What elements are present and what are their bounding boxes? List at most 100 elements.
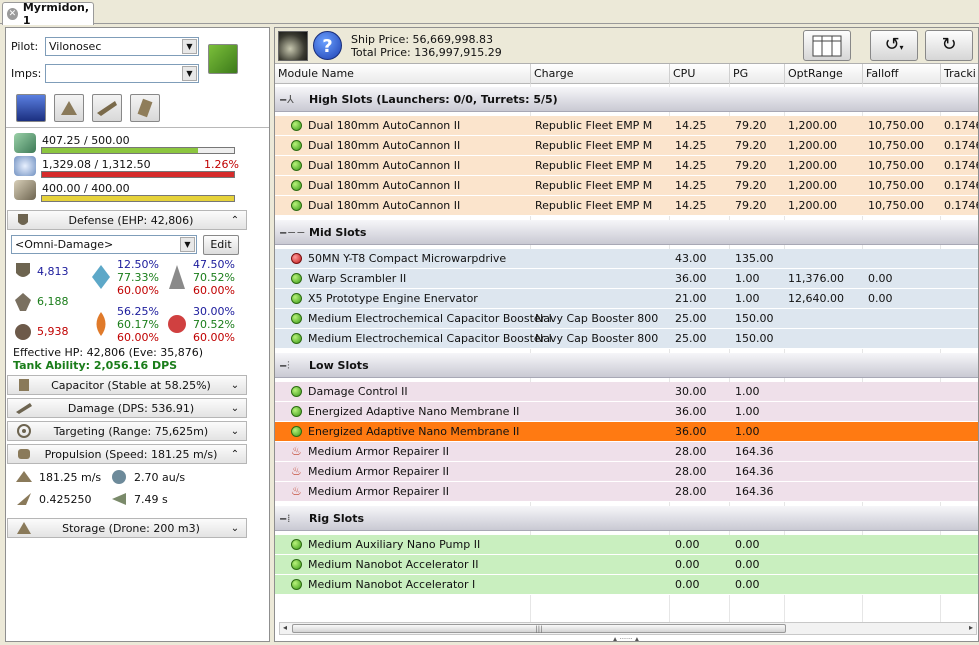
module-row[interactable]: Medium Nanobot Accelerator I 0.00 0.00 [275,575,978,595]
module-row[interactable]: Energized Adaptive Nano Membrane II 36.00… [275,422,978,442]
collapse-icon[interactable]: ⌃ [228,215,242,226]
group-header-rig[interactable]: −⁞ Rig Slots [275,506,978,532]
module-state-icon[interactable] [291,426,302,437]
module-row[interactable]: Dual 180mm AutoCannon II Republic Fleet E… [275,116,978,136]
module-state-icon[interactable] [291,273,302,284]
cell-module-name: Energized Adaptive Nano Membrane II [308,405,520,418]
cell-falloff: 10,750.00 [868,159,924,172]
charges-icon[interactable] [130,94,160,122]
ship-thumbnail[interactable] [278,31,308,61]
col-module-name[interactable]: Module Name [275,64,531,84]
col-falloff[interactable]: Falloff [863,64,941,84]
capacitor-header[interactable]: Capacitor (Stable at 58.25%) ⌄ [7,375,247,395]
expand-icon[interactable]: ⌄ [228,523,242,534]
imps-select[interactable]: ▼ [45,64,199,83]
damage-profile-select[interactable]: <Omni-Damage> ▼ [11,235,197,254]
storage-header[interactable]: Storage (Drone: 200 m3) ⌄ [7,518,247,538]
pilot-select[interactable]: Vilonosec ▼ [45,37,199,56]
scrollbar-thumb[interactable]: ||| [292,624,786,633]
module-row[interactable]: Dual 180mm AutoCannon II Republic Fleet E… [275,176,979,196]
collapse-icon[interactable]: − [279,221,287,246]
module-row[interactable]: Dual 180mm AutoCannon II Republic Fleet E… [275,196,978,216]
module-row[interactable]: Medium Electrochemical Capacitor Booster… [275,329,978,349]
damage-header[interactable]: Damage (DPS: 536.91) ⌄ [7,398,247,418]
module-state-icon[interactable] [291,140,302,151]
edit-profile-button[interactable]: Edit [203,235,239,255]
low-slot-icon: ⫶ [287,359,290,372]
collapse-icon[interactable]: ⌃ [228,449,242,460]
col-pg[interactable]: PG [730,64,785,84]
expand-icon[interactable]: ⌄ [228,380,242,391]
tab-fit[interactable]: ✕ Myrmidon, 1 [2,1,94,27]
expand-icon[interactable]: ⌄ [228,403,242,414]
group-header-low[interactable]: −⫶ Low Slots [275,353,978,379]
module-row[interactable]: 50MN Y-T8 Compact Microwarpdrive 43.00 135… [275,249,978,269]
undo-button[interactable]: ↺▾ [870,30,918,61]
overheat-icon[interactable]: ♨ [291,465,303,478]
module-row[interactable]: Dual 180mm AutoCannon II Republic Fleet E… [275,156,978,176]
module-state-icon[interactable] [291,180,302,191]
col-cpu[interactable]: CPU [670,64,730,84]
group-header-mid[interactable]: −−− Mid Slots [275,220,978,246]
overheat-icon[interactable]: ♨ [291,445,303,458]
module-state-icon[interactable] [291,579,302,590]
cell-falloff: 10,750.00 [868,199,924,212]
col-charge[interactable]: Charge [531,64,670,84]
module-row[interactable]: Energized Adaptive Nano Membrane II 36.00… [275,402,978,422]
module-row[interactable]: ♨ Medium Armor Repairer II 28.00 164.36 [275,462,978,482]
module-row[interactable]: Warp Scrambler II 36.00 1.00 11,376.00 0.00 [275,269,978,289]
module-row[interactable]: Medium Nanobot Accelerator II 0.00 0.00 [275,555,978,575]
module-row[interactable]: ♨ Medium Armor Repairer II 28.00 164.36 [275,482,978,502]
module-state-icon[interactable] [291,386,302,397]
expand-icon[interactable]: ⌄ [228,426,242,437]
horizontal-scrollbar[interactable]: ◂ ||| ▸ [279,622,977,635]
implant-set-icon[interactable] [208,44,238,74]
group-header-high[interactable]: −⅄ High Slots (Launchers: 0/0, Turrets: 5… [275,87,978,113]
module-state-icon[interactable] [291,559,302,570]
cell-tracki: 0.1746 [944,179,979,192]
cell-optrange: 11,376.00 [788,272,844,285]
module-state-icon[interactable] [291,333,302,344]
module-state-icon[interactable] [291,160,302,171]
splitter-grip-icon[interactable]: ▲ ······· ▲ [591,637,661,642]
cell-pg: 1.00 [735,292,760,305]
help-icon[interactable]: ? [313,31,342,60]
collapse-icon[interactable]: − [279,88,287,113]
group-title: Rig Slots [309,512,364,525]
pilot-value: Vilonosec [49,40,102,53]
collapse-icon[interactable]: − [279,507,287,532]
col-tracking[interactable]: Tracki [941,64,978,84]
redo-icon: ↻ [941,34,957,55]
module-state-icon[interactable] [291,539,302,550]
drone-bay-icon[interactable] [54,94,84,122]
module-row[interactable]: Medium Auxiliary Nano Pump II 0.00 0.00 [275,535,978,555]
pg-percent: 1.26% [204,158,239,171]
speed-icon [16,471,32,482]
defense-header[interactable]: Defense (EHP: 42,806) ⌃ [7,210,247,230]
thermal-hull: 60.00% [117,331,159,344]
collapse-icon[interactable]: − [279,354,287,379]
cell-pg: 79.20 [735,179,767,192]
module-state-icon[interactable] [291,253,302,264]
module-state-icon[interactable] [291,406,302,417]
scroll-left-icon[interactable]: ◂ [280,622,290,634]
module-row[interactable]: X5 Prototype Engine Enervator 21.00 1.00 12… [275,289,978,309]
close-icon[interactable]: ✕ [7,8,18,20]
weapons-icon[interactable] [92,94,122,122]
module-row[interactable]: Dual 180mm AutoCannon II Republic Fleet E… [275,136,978,156]
module-state-icon[interactable] [291,120,302,131]
module-row[interactable]: ♨ Medium Armor Repairer II 28.00 164.36 [275,442,978,462]
overheat-icon[interactable]: ♨ [291,485,303,498]
module-state-icon[interactable] [291,200,302,211]
ship-info-icon[interactable] [16,94,46,122]
module-state-icon[interactable] [291,293,302,304]
redo-button[interactable]: ↻ [925,30,973,61]
module-row[interactable]: Medium Electrochemical Capacitor Booster… [275,309,978,329]
propulsion-header[interactable]: Propulsion (Speed: 181.25 m/s) ⌃ [7,444,247,464]
module-row[interactable]: Damage Control II 30.00 1.00 [275,382,978,402]
targeting-header[interactable]: Targeting (Range: 75,625m) ⌄ [7,421,247,441]
module-state-icon[interactable] [291,313,302,324]
scroll-right-icon[interactable]: ▸ [966,622,976,634]
columns-button[interactable] [803,30,851,61]
col-optrange[interactable]: OptRange [785,64,863,84]
